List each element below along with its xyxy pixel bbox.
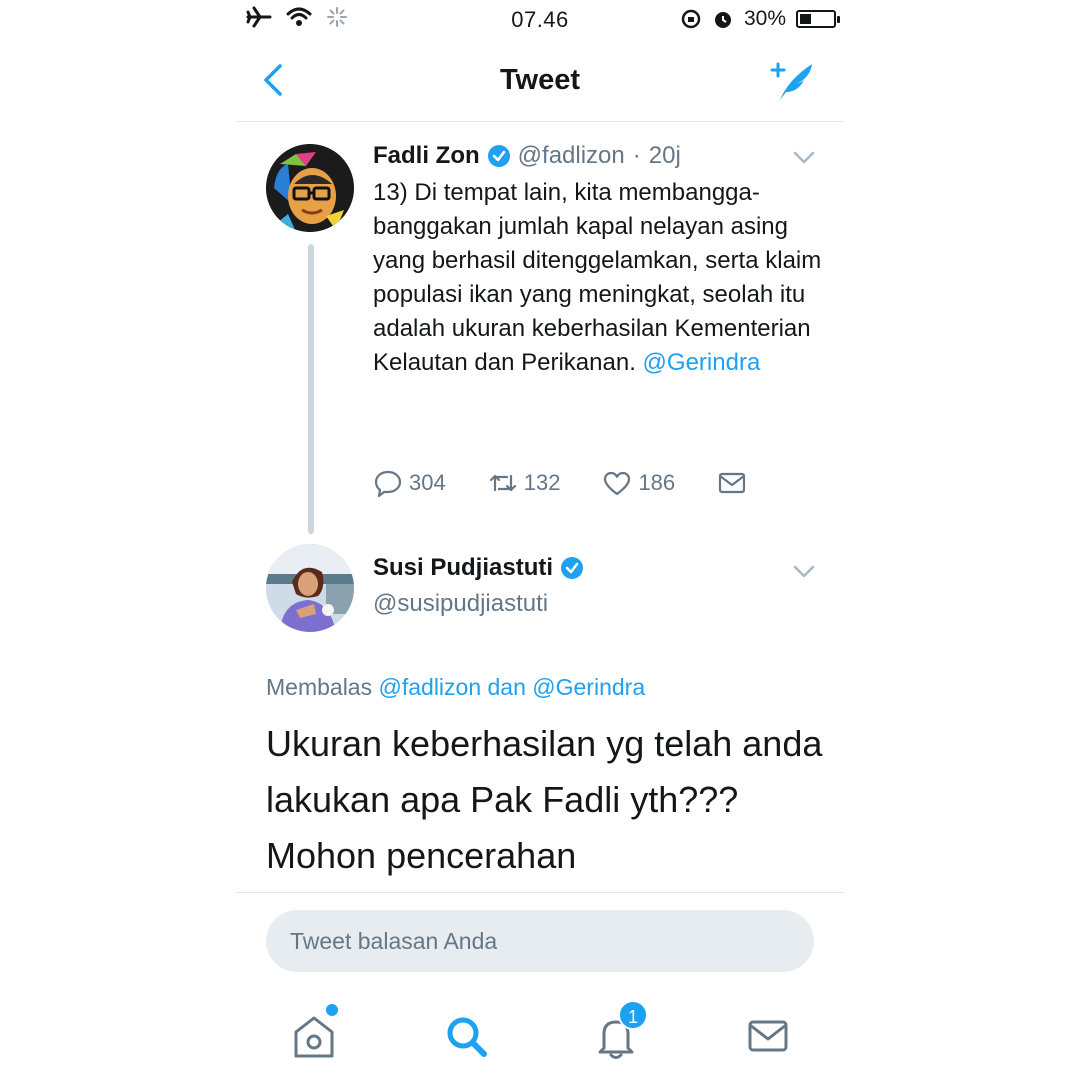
avatar-susipudjiastuti[interactable]: [266, 544, 354, 632]
divider: [236, 892, 844, 893]
tweet1-text: 13) Di tempat lain, kita membangga-bangg…: [373, 176, 823, 380]
tab-bar: 1: [236, 1000, 844, 1070]
replying-to: Membalas @fadlizon dan @Gerindra: [266, 674, 645, 701]
like-icon: [604, 471, 631, 496]
replying-to-mention-fadlizon[interactable]: @fadlizon: [379, 674, 482, 700]
tweet1-timestamp[interactable]: 20j: [649, 142, 681, 170]
chevron-down-icon[interactable]: [792, 150, 816, 166]
reply-icon: [374, 470, 402, 498]
battery-icon: [796, 10, 840, 28]
reply-input[interactable]: [266, 910, 814, 972]
replying-to-mention-gerindra[interactable]: @Gerindra: [532, 674, 645, 700]
orientation-lock-icon: [681, 9, 701, 29]
tab-messages[interactable]: [742, 1010, 794, 1062]
like-button[interactable]: 186: [602, 468, 675, 498]
battery-fill: [800, 14, 811, 24]
chevron-down-icon[interactable]: [792, 564, 816, 580]
reply-count: 304: [409, 470, 446, 495]
navigation-bar: Tweet: [236, 42, 844, 122]
tweet2-author-handle[interactable]: @susipudjiastuti: [373, 590, 548, 618]
tweet1-author-handle[interactable]: @fadlizon: [518, 142, 625, 170]
phone-screen: 07.46 30% Tweet Fadli Zon @fadlizon · 20…: [236, 0, 844, 1080]
retweet-count: 132: [523, 470, 561, 495]
tab-notifications[interactable]: 1: [590, 1000, 648, 1062]
home-unread-dot: [326, 1004, 338, 1016]
tweet1-text-content: 13) Di tempat lain, kita membangga-bangg…: [373, 179, 822, 376]
verified-icon: [487, 145, 510, 167]
tweet1-actions: 304 132 186: [373, 468, 789, 498]
retweet-button[interactable]: 132: [488, 468, 561, 498]
reply-button[interactable]: 304: [373, 468, 446, 498]
tweet2-text: Ukuran keberhasilan yg telah anda lakuka…: [266, 723, 823, 876]
tab-home[interactable]: [288, 1004, 340, 1062]
notifications-badge: 1: [618, 1000, 648, 1030]
replying-to-joiner: dan: [487, 674, 526, 700]
status-right: 30%: [680, 7, 840, 31]
retweet-icon: [489, 474, 516, 492]
replying-to-prefix: Membalas: [266, 674, 373, 700]
search-icon: [447, 1017, 487, 1057]
tweet2-header: Susi Pudjiastuti: [373, 554, 584, 582]
verified-icon: [561, 557, 584, 579]
compose-tweet-icon[interactable]: [766, 56, 818, 104]
tab-search[interactable]: [440, 1010, 492, 1062]
alarm-icon: [714, 12, 731, 28]
like-count: 186: [638, 470, 676, 495]
tweet2-author-name[interactable]: Susi Pudjiastuti: [373, 554, 553, 582]
tweet1-header: Fadli Zon @fadlizon · 20j: [373, 142, 681, 170]
page-title: Tweet: [499, 64, 581, 96]
thread-line: [308, 244, 314, 534]
messages-icon: [748, 1020, 788, 1052]
direct-message-icon: [719, 472, 746, 494]
direct-message-button[interactable]: [717, 468, 747, 498]
tweet1-mention-link[interactable]: @Gerindra: [643, 349, 761, 376]
tweet1-separator: ·: [632, 142, 641, 169]
home-icon: [294, 1016, 334, 1058]
status-bar: 07.46 30%: [236, 0, 844, 40]
avatar-fadlizon[interactable]: [266, 144, 354, 232]
tweet1-author-name[interactable]: Fadli Zon: [373, 142, 480, 170]
battery-percent: 30%: [743, 7, 786, 30]
